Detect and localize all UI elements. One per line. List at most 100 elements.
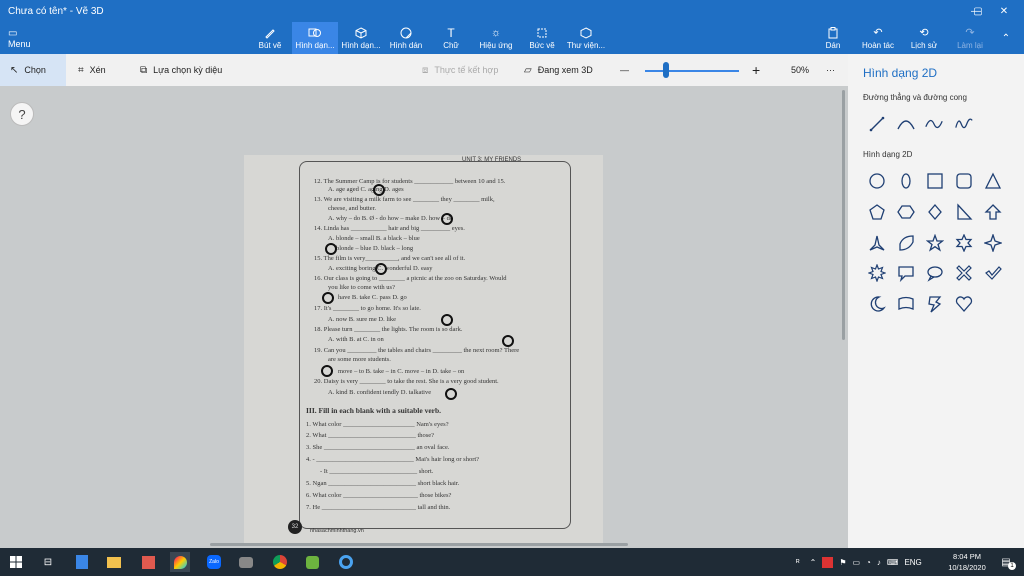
tool-3d-shapes[interactable]: Hình dạn...: [340, 22, 382, 54]
lightning-icon: [928, 296, 942, 313]
tool-canvas[interactable]: Bức vẽ: [524, 22, 560, 54]
app-icon: [141, 555, 155, 569]
taskbar-zalo[interactable]: Zalo: [204, 552, 224, 572]
four-point-star-icon: [984, 234, 1002, 252]
moon-shape[interactable]: [867, 294, 887, 314]
vertical-scrollbar[interactable]: [842, 90, 845, 340]
tool-brushes[interactable]: Bút vẽ: [252, 22, 288, 54]
checkmark-shape[interactable]: [983, 263, 1003, 283]
tool-text[interactable]: T Chữ: [436, 22, 466, 54]
taskbar-browser[interactable]: [336, 552, 356, 572]
zoom-slider-track[interactable]: [645, 70, 739, 72]
taskbar-calculator[interactable]: [72, 552, 92, 572]
antivirus-icon[interactable]: [822, 556, 834, 568]
line-shape[interactable]: [867, 114, 887, 134]
worksheet-line: 1. What color ______________________ Nam…: [306, 421, 449, 428]
taskbar-chrome[interactable]: [270, 552, 290, 572]
history-button[interactable]: ⟲ Lịch sử: [904, 22, 944, 54]
view-3d-button[interactable]: ▱ Đang xem 3D: [524, 54, 593, 86]
heart-shape[interactable]: [954, 294, 974, 314]
tool-2d-shapes[interactable]: Hình dạn...: [292, 22, 338, 54]
undo-button[interactable]: ↶ Hoàn tác: [858, 22, 898, 54]
taskbar-camera[interactable]: [236, 552, 256, 572]
keyboard-icon[interactable]: ⌨: [887, 558, 899, 567]
text-icon: T: [447, 25, 455, 40]
ellipse-shape[interactable]: [896, 171, 916, 191]
magic-select-button[interactable]: ⧉ Lựa chọn kỳ diệu: [140, 54, 222, 86]
undo-label: Hoàn tác: [861, 40, 895, 50]
leaf-shape[interactable]: [896, 233, 916, 253]
mixed-reality-button[interactable]: ⧈ Thực tế kết hợp: [422, 54, 498, 86]
zoom-value: 50%: [791, 65, 810, 75]
clock[interactable]: 8:04 PM 10/18/2020: [942, 551, 992, 573]
battery-icon[interactable]: ▭: [852, 558, 860, 567]
five-point-star-shape[interactable]: [925, 233, 945, 253]
pentagon-shape[interactable]: [867, 202, 887, 222]
horizontal-scrollbar[interactable]: [210, 543, 628, 546]
worksheet-image[interactable]: UNIT 3: MY FRIENDS 12. The Summer Camp i…: [244, 155, 603, 545]
close-button[interactable]: ✕: [984, 0, 1024, 22]
start-button[interactable]: [6, 552, 26, 572]
triangle-icon: [984, 172, 1002, 189]
six-point-star-icon: [955, 234, 973, 252]
banner-shape[interactable]: [896, 294, 916, 314]
paste-button[interactable]: Dán: [818, 22, 848, 54]
square-icon: [927, 173, 943, 189]
taskbar-paint-3d[interactable]: [170, 552, 190, 572]
select-button[interactable]: ↖ Chọn: [0, 54, 66, 86]
square-shape[interactable]: [925, 171, 945, 191]
three-point-star-shape[interactable]: [867, 233, 887, 253]
hexagon-shape[interactable]: [896, 202, 916, 222]
six-point-star-shape[interactable]: [954, 233, 974, 253]
triangle-shape[interactable]: [983, 171, 1003, 191]
menu-button[interactable]: ▭ Menu: [8, 22, 31, 54]
chevron-up-icon[interactable]: ⌃: [810, 558, 817, 567]
worksheet-line: blonde – blue D. black – long: [336, 245, 414, 252]
collapse-ribbon-button[interactable]: ⌃: [996, 22, 1016, 54]
crop-button[interactable]: ⌗ Xén: [78, 54, 106, 86]
thought-bubble-shape[interactable]: [925, 263, 945, 283]
people-icon[interactable]: ᴿ: [796, 558, 800, 567]
curve-shape[interactable]: [924, 114, 944, 134]
tool-effects[interactable]: ☼ Hiệu ứng: [476, 22, 516, 54]
wave-shape[interactable]: [954, 114, 974, 134]
rounded-square-icon: [956, 173, 972, 189]
select-label: Chọn: [24, 65, 46, 75]
circle-shape[interactable]: [867, 171, 887, 191]
tray-app-icon[interactable]: ⚑: [839, 558, 846, 567]
volume-icon[interactable]: ♪: [877, 558, 881, 567]
zoom-level[interactable]: 50%: [791, 54, 809, 86]
language-indicator[interactable]: ENG: [904, 558, 921, 567]
taskbar-app-green[interactable]: [302, 552, 322, 572]
x-shape[interactable]: [954, 263, 974, 283]
mixed-reality-icon: ⧈: [422, 64, 429, 76]
speech-bubble-icon: [898, 266, 914, 282]
arrow-up-shape[interactable]: [983, 202, 1003, 222]
calculator-icon: [76, 555, 88, 569]
star-icon: [926, 234, 944, 252]
worksheet-line: - It ___________________________ short.: [320, 468, 434, 475]
tool-stickers[interactable]: Hình dán: [386, 22, 426, 54]
taskbar-file-explorer[interactable]: [104, 552, 124, 572]
action-center-button[interactable]: ▤ 1: [996, 552, 1016, 572]
taskbar-app[interactable]: [138, 552, 158, 572]
zoom-slider-thumb[interactable]: [663, 62, 669, 78]
zoom-out-button[interactable]: —: [620, 54, 629, 86]
lightning-shape[interactable]: [925, 294, 945, 314]
wifi-icon[interactable]: ◔: [866, 558, 871, 567]
more-button[interactable]: ···: [826, 54, 835, 86]
tool-library[interactable]: Thư viện...: [566, 22, 606, 54]
four-point-star-shape[interactable]: [983, 233, 1003, 253]
arc-shape[interactable]: [896, 114, 916, 134]
speech-bubble-shape[interactable]: [896, 263, 916, 283]
redo-button[interactable]: ↷ Làm lại: [950, 22, 990, 54]
starburst-shape[interactable]: [867, 263, 887, 283]
camera-icon: [239, 556, 253, 568]
help-button[interactable]: ?: [10, 102, 34, 126]
zoom-in-button[interactable]: +: [752, 54, 760, 86]
task-view-button[interactable]: ⊟: [38, 552, 58, 572]
rounded-square-shape[interactable]: [954, 171, 974, 191]
right-triangle-icon: [957, 203, 973, 220]
diamond-shape[interactable]: [925, 202, 945, 222]
right-triangle-shape[interactable]: [954, 202, 974, 222]
